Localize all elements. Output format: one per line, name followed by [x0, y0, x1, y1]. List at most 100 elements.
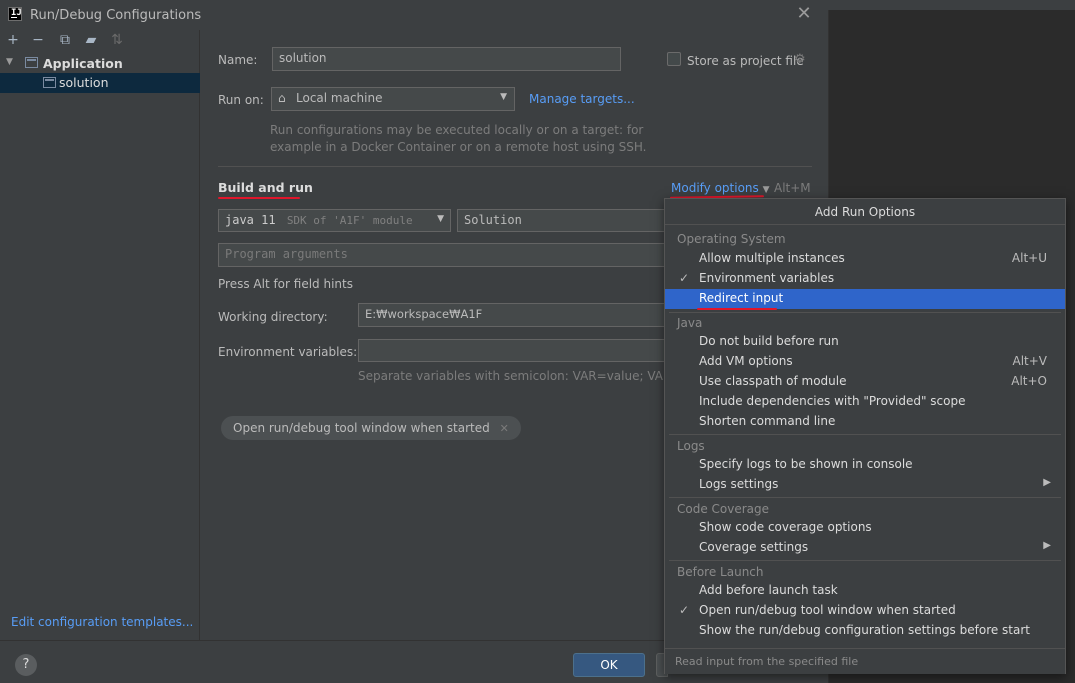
menu-item-shortcut: Alt+U	[1011, 251, 1047, 265]
chip-label: Open run/debug tool window when started	[233, 421, 490, 435]
help-button[interactable]: ?	[15, 654, 37, 676]
open-tool-window-chip[interactable]: Open run/debug tool window when started …	[221, 416, 521, 440]
working-directory-label: Working directory:	[218, 310, 328, 324]
modify-options-shortcut: Alt+M	[774, 181, 811, 195]
menu-item-provided-scope[interactable]: Include dependencies with "Provided" sco…	[665, 392, 1065, 412]
environment-variables-label: Environment variables:	[218, 345, 358, 359]
modify-options-link[interactable]: Modify options ▼	[671, 181, 770, 195]
chevron-right-icon: ▶	[1043, 477, 1051, 488]
menu-item-show-settings[interactable]: Show the run/debug configuration setting…	[665, 621, 1065, 641]
menu-item-shortcut: Alt+V	[1012, 354, 1047, 368]
application-icon	[25, 57, 38, 68]
manage-targets-link[interactable]: Manage targets...	[529, 92, 635, 106]
menu-item-label: Add VM options	[699, 354, 793, 368]
checkmark-icon: ✓	[679, 271, 690, 285]
menu-item-label: Add before launch task	[699, 583, 838, 597]
menu-item-allow-multiple[interactable]: Allow multiple instances Alt+U	[665, 249, 1065, 269]
name-field[interactable]: solution	[272, 47, 621, 71]
jdk-select[interactable]: java 11 SDK of 'A1F' module ▼	[218, 209, 451, 232]
menu-item-environment-variables[interactable]: ✓ Environment variables	[665, 269, 1065, 289]
chevron-down-icon: ▼	[500, 92, 507, 102]
menu-item-classpath[interactable]: Use classpath of module Alt+O	[665, 372, 1065, 392]
store-label: Store as project file	[687, 54, 804, 68]
separator	[669, 434, 1061, 435]
environment-variables-field[interactable]	[358, 339, 667, 362]
separator	[669, 312, 1061, 313]
tree-item-label: solution	[59, 75, 109, 90]
copy-icon[interactable]: ⧉	[57, 32, 73, 48]
new-folder-icon[interactable]: ▰	[83, 32, 99, 48]
run-on-hint-line1: Run configurations may be executed local…	[270, 123, 644, 137]
program-arguments-field[interactable]: Program arguments	[218, 243, 667, 267]
popup-footer: Read input from the specified file	[665, 648, 1065, 674]
intellij-logo-icon: IJ	[8, 7, 22, 21]
modify-options-label: Modify options	[671, 181, 759, 195]
menu-item-label: Do not build before run	[699, 334, 839, 348]
menu-item-before-launch-task[interactable]: Add before launch task	[665, 581, 1065, 601]
add-run-options-popup: Add Run Options Operating System Allow m…	[664, 198, 1066, 674]
separator	[669, 560, 1061, 561]
group-operating-system: Operating System	[677, 232, 786, 246]
menu-item-vm-options[interactable]: Add VM options Alt+V	[665, 352, 1065, 372]
tree-item-label: Application	[43, 56, 123, 71]
gear-icon[interactable]: ⚙	[794, 52, 806, 67]
jdk-value: java 11	[225, 213, 276, 227]
field-hint: Press Alt for field hints	[218, 277, 353, 291]
window-title: Run/Debug Configurations	[30, 8, 202, 23]
tree-item-application[interactable]: ▼ Application	[0, 54, 200, 73]
menu-item-label: Coverage settings	[699, 540, 809, 554]
run-on-select[interactable]: ⌂ Local machine ▼	[271, 87, 515, 111]
menu-item-shortcut: Alt+O	[1011, 374, 1047, 388]
run-on-value: Local machine	[296, 91, 383, 105]
close-icon[interactable]: ✕	[500, 422, 509, 435]
menu-item-redirect-input[interactable]: Redirect input	[665, 289, 1065, 309]
menu-item-coverage-settings[interactable]: Coverage settings ▶	[665, 538, 1065, 558]
menu-item-open-tool-window[interactable]: ✓ Open run/debug tool window when starte…	[665, 601, 1065, 621]
working-directory-field[interactable]: E:₩workspace₩A1F	[358, 303, 667, 327]
menu-item-do-not-build[interactable]: Do not build before run	[665, 332, 1065, 352]
menu-item-label: Logs settings	[699, 477, 779, 491]
run-on-label: Run on:	[218, 93, 264, 107]
menu-item-label: Show code coverage options	[699, 520, 872, 534]
popup-title: Add Run Options	[665, 199, 1065, 225]
menu-item-label: Use classpath of module	[699, 374, 847, 388]
group-java: Java	[677, 316, 703, 330]
checkmark-icon: ✓	[679, 603, 690, 617]
edit-templates-link[interactable]: Edit configuration templates...	[11, 615, 193, 629]
menu-item-label: Open run/debug tool window when started	[699, 603, 956, 617]
jdk-subtext: SDK of 'A1F' module	[286, 214, 413, 227]
menu-item-label: Show the run/debug configuration setting…	[699, 623, 1031, 637]
group-logs: Logs	[677, 439, 705, 453]
main-class-field[interactable]: Solution	[457, 209, 667, 232]
background-strip	[828, 0, 1075, 10]
tree-item-solution[interactable]: solution	[0, 73, 200, 93]
menu-item-label: Include dependencies with "Provided" sco…	[699, 394, 966, 408]
remove-icon[interactable]: −	[30, 32, 46, 48]
menu-item-label: Redirect input	[699, 291, 784, 305]
group-code-coverage: Code Coverage	[677, 502, 770, 516]
chevron-down-icon: ▼	[437, 214, 444, 224]
home-icon: ⌂	[278, 91, 286, 105]
menu-item-shorten-command-line[interactable]: Shorten command line	[665, 412, 1065, 432]
ok-button[interactable]: OK	[573, 653, 645, 677]
sidebar-toolbar: + − ⧉ ▰ ⇅	[0, 30, 200, 52]
menu-item-logs-console[interactable]: Specify logs to be shown in console	[665, 455, 1065, 475]
menu-item-label: Allow multiple instances	[699, 251, 845, 265]
application-icon	[43, 77, 56, 88]
red-underline-annotation	[697, 308, 777, 310]
environment-variables-hint: Separate variables with semicolon: VAR=v…	[358, 369, 664, 383]
build-run-heading: Build and run	[218, 180, 313, 195]
chevron-right-icon: ▶	[1043, 540, 1051, 551]
menu-item-label: Shorten command line	[699, 414, 836, 428]
group-before-launch: Before Launch	[677, 565, 764, 579]
separator	[669, 497, 1061, 498]
close-icon[interactable]: ✕	[795, 5, 813, 23]
menu-item-label: Environment variables	[699, 271, 835, 285]
add-icon[interactable]: +	[5, 32, 21, 48]
chevron-down-icon[interactable]: ▼	[6, 57, 13, 67]
store-checkbox[interactable]	[667, 52, 681, 66]
menu-item-logs-settings[interactable]: Logs settings ▶	[665, 475, 1065, 495]
menu-item-coverage-options[interactable]: Show code coverage options	[665, 518, 1065, 538]
popup-footer-hint: Read input from the specified file	[675, 655, 859, 668]
sort-icon[interactable]: ⇅	[109, 32, 125, 48]
